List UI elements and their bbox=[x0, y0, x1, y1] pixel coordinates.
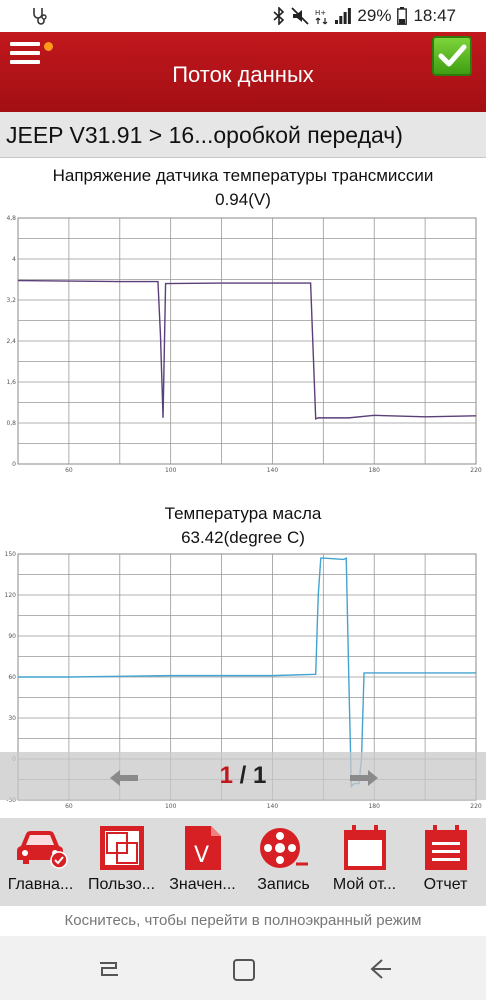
toolbar-label: Мой от... bbox=[332, 876, 397, 893]
bluetooth-icon bbox=[273, 7, 285, 25]
x-tick-label: 140 bbox=[267, 803, 279, 810]
back-icon[interactable] bbox=[370, 958, 392, 980]
toolbar-label: Запись bbox=[257, 876, 310, 893]
recents-icon[interactable] bbox=[98, 958, 120, 980]
x-tick-label: 60 bbox=[65, 803, 73, 810]
y-tick-label: 0,8 bbox=[6, 420, 16, 427]
current-page: 1 bbox=[219, 762, 233, 789]
svg-text:H+: H+ bbox=[315, 9, 326, 17]
toolbar-label: Значен... bbox=[169, 876, 236, 893]
x-tick-label: 180 bbox=[368, 467, 380, 474]
toolbar-label: Пользо... bbox=[87, 876, 156, 893]
breadcrumb: JEEP V31.91 > 16...оробкой передач) bbox=[0, 112, 486, 158]
chart-title: Напряжение датчика температуры трансмисс… bbox=[52, 166, 434, 185]
y-tick-label: 4 bbox=[12, 256, 16, 263]
report-icon bbox=[424, 825, 467, 870]
chart-value: 63.42(degree C) bbox=[181, 528, 305, 547]
confirm-button[interactable] bbox=[432, 36, 472, 76]
clock: 18:47 bbox=[413, 6, 456, 25]
menu-icon-bar bbox=[10, 51, 40, 55]
y-tick-label: 3,2 bbox=[6, 297, 16, 304]
pager: 1 / 1 bbox=[0, 752, 486, 800]
y-tick-label: 2,4 bbox=[6, 338, 16, 345]
toolbar-record[interactable]: Запись bbox=[243, 818, 324, 906]
toolbar-my-reports[interactable]: Мой от... bbox=[324, 818, 405, 906]
bottom-toolbar: Главна... Пользо... V Значен... Запись М… bbox=[0, 818, 486, 906]
network-icon: H+ bbox=[315, 9, 328, 25]
chart-voltage: Напряжение датчика температуры трансмисс… bbox=[0, 164, 486, 212]
toolbar-report[interactable]: Отчет bbox=[405, 818, 486, 906]
x-tick-label: 140 bbox=[267, 467, 279, 474]
svg-text:V: V bbox=[194, 843, 209, 868]
car-icon bbox=[16, 831, 68, 869]
system-navbar bbox=[0, 936, 486, 1000]
record-icon bbox=[259, 828, 308, 868]
mute-icon bbox=[291, 7, 310, 25]
status-bar: H+ 29% 18:47 bbox=[0, 0, 486, 32]
custom-icon bbox=[99, 826, 144, 870]
checkmark-icon bbox=[438, 44, 467, 67]
app-header: Поток данных bbox=[0, 32, 486, 112]
y-tick-label: 120 bbox=[5, 592, 17, 599]
page-indicator: 1 / 1 bbox=[0, 762, 486, 790]
toolbar-label: Отчет bbox=[423, 876, 468, 893]
page-separator: / bbox=[232, 762, 253, 789]
y-tick-label: 1,6 bbox=[6, 379, 16, 386]
x-tick-label: 220 bbox=[470, 803, 482, 810]
page-title: Поток данных bbox=[172, 62, 314, 87]
x-tick-label: 180 bbox=[368, 803, 380, 810]
menu-icon bbox=[10, 42, 40, 46]
chart-oil-temp: Температура масла 63.42(degree C) bbox=[0, 502, 486, 550]
y-tick-label: 150 bbox=[5, 551, 17, 558]
y-tick-label: 30 bbox=[8, 715, 16, 722]
notification-dot bbox=[44, 42, 53, 51]
x-tick-label: 100 bbox=[165, 803, 177, 810]
y-tick-label: 90 bbox=[8, 633, 16, 640]
fullscreen-hint[interactable]: Коснитесь, чтобы перейти в полноэкранный… bbox=[0, 906, 486, 936]
x-tick-label: 100 bbox=[165, 467, 177, 474]
diagnostic-icon bbox=[33, 8, 47, 25]
chart-title: Температура масла bbox=[164, 504, 322, 523]
home-icon[interactable] bbox=[232, 958, 256, 982]
toolbar-custom[interactable]: Пользо... bbox=[81, 818, 162, 906]
x-tick-label: 60 bbox=[65, 467, 73, 474]
toolbar-value[interactable]: V Значен... bbox=[162, 818, 243, 906]
x-tick-label: 220 bbox=[470, 467, 482, 474]
battery-icon bbox=[397, 7, 408, 25]
toolbar-label: Главна... bbox=[7, 876, 74, 893]
y-tick-label: 4,8 bbox=[6, 215, 16, 222]
next-page-arrow-icon[interactable] bbox=[350, 770, 378, 786]
signal-icon bbox=[335, 8, 352, 24]
y-tick-label: 0 bbox=[12, 461, 16, 468]
toolbar-home[interactable]: Главна... bbox=[0, 818, 81, 906]
total-pages: 1 bbox=[253, 762, 267, 789]
value-icon: V bbox=[184, 826, 221, 870]
voltage-chart-plot[interactable]: 0 0,8 1,6 2,4 3,2 4 4,8 60 100 140 180 220 bbox=[0, 212, 486, 477]
y-tick-label: 60 bbox=[8, 674, 16, 681]
chart-value: 0.94(V) bbox=[215, 190, 271, 209]
calendar-icon bbox=[343, 825, 386, 870]
battery-percent: 29% bbox=[357, 6, 392, 25]
